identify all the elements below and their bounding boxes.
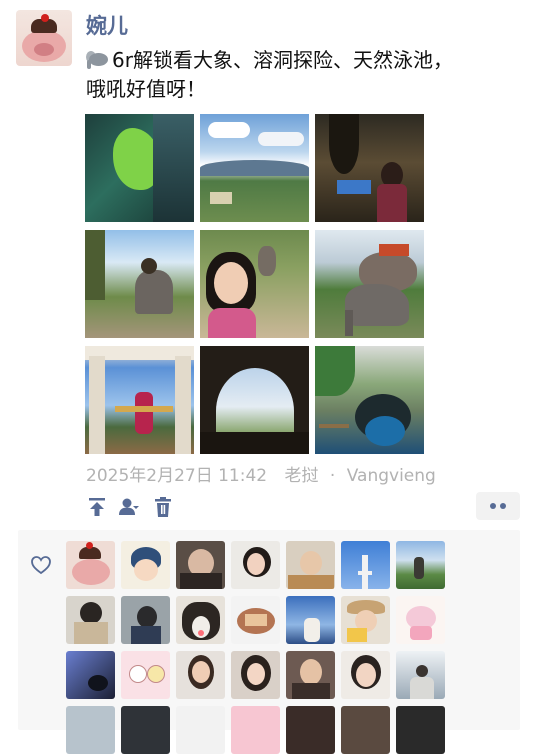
liker-avatar[interactable] — [396, 651, 445, 699]
delete-icon[interactable] — [152, 496, 174, 518]
liker-avatar[interactable] — [396, 541, 445, 589]
liker-avatar[interactable] — [286, 651, 335, 699]
liker-avatar[interactable] — [396, 596, 445, 644]
liker-avatar[interactable] — [176, 706, 225, 754]
pin-to-top-icon[interactable] — [86, 496, 108, 518]
liker-avatar[interactable] — [231, 706, 280, 754]
liker-avatar[interactable] — [231, 596, 280, 644]
post-text: 6r解锁看大象、溶洞探险、天然泳池， 哦吼好值呀！ — [86, 46, 526, 104]
photo-mountain-view[interactable] — [200, 114, 309, 222]
more-dots-icon — [490, 503, 496, 509]
liker-avatar[interactable] — [286, 706, 335, 754]
liker-avatar[interactable] — [121, 651, 170, 699]
liker-avatar[interactable] — [66, 541, 115, 589]
liker-avatar[interactable] — [396, 706, 445, 754]
location-separator: · — [329, 466, 336, 486]
elephant-emoji-icon — [86, 51, 110, 69]
liker-avatar[interactable] — [176, 541, 225, 589]
author-avatar[interactable] — [16, 10, 72, 66]
likes-panel — [18, 530, 520, 754]
author-name[interactable]: 婉儿 — [86, 10, 128, 40]
post-text-line-1: 6r解锁看大象、溶洞探险、天然泳池， — [112, 48, 453, 72]
post-text-line-2: 哦吼好值呀！ — [86, 77, 206, 101]
location-city[interactable]: Vangvieng — [347, 466, 436, 486]
liker-avatar[interactable] — [121, 706, 170, 754]
liker-avatar[interactable] — [66, 651, 115, 699]
liker-avatar[interactable] — [121, 596, 170, 644]
photo-balcony-view[interactable] — [85, 346, 194, 454]
more-actions-button[interactable] — [476, 492, 520, 520]
photo-cave-arch[interactable] — [200, 346, 309, 454]
more-dots-icon — [500, 503, 506, 509]
avatar-pig-cherry — [41, 14, 49, 22]
photo-elephant-riders[interactable] — [85, 230, 194, 338]
liker-avatar[interactable] — [176, 651, 225, 699]
heart-outline-icon — [31, 556, 51, 575]
liker-avatar[interactable] — [231, 541, 280, 589]
liker-avatar[interactable] — [341, 651, 390, 699]
visibility-icon[interactable] — [118, 496, 140, 518]
post-timestamp: 2025年2月27日 11:42 — [86, 466, 268, 486]
post-meta: 2025年2月27日 11:42 老挝 · Vangvieng — [86, 461, 436, 486]
liker-avatar[interactable] — [341, 706, 390, 754]
photo-natural-pool[interactable] — [315, 346, 424, 454]
liker-avatar[interactable] — [121, 541, 170, 589]
liker-avatar[interactable] — [341, 596, 390, 644]
liker-avatar[interactable] — [286, 596, 335, 644]
liker-avatar[interactable] — [66, 706, 115, 754]
photo-elephants-field[interactable] — [315, 230, 424, 338]
photo-grid — [85, 114, 425, 454]
liker-avatar[interactable] — [176, 596, 225, 644]
liker-avatar[interactable] — [231, 651, 280, 699]
liker-avatar[interactable] — [341, 541, 390, 589]
photo-selfie-elephants[interactable] — [200, 230, 309, 338]
photo-cave-green[interactable] — [85, 114, 194, 222]
avatar-pig-snout — [34, 43, 54, 56]
photo-cave-girl[interactable] — [315, 114, 424, 222]
location-name[interactable]: 老挝 — [285, 461, 319, 486]
liker-avatar[interactable] — [286, 541, 335, 589]
liker-avatar[interactable] — [66, 596, 115, 644]
